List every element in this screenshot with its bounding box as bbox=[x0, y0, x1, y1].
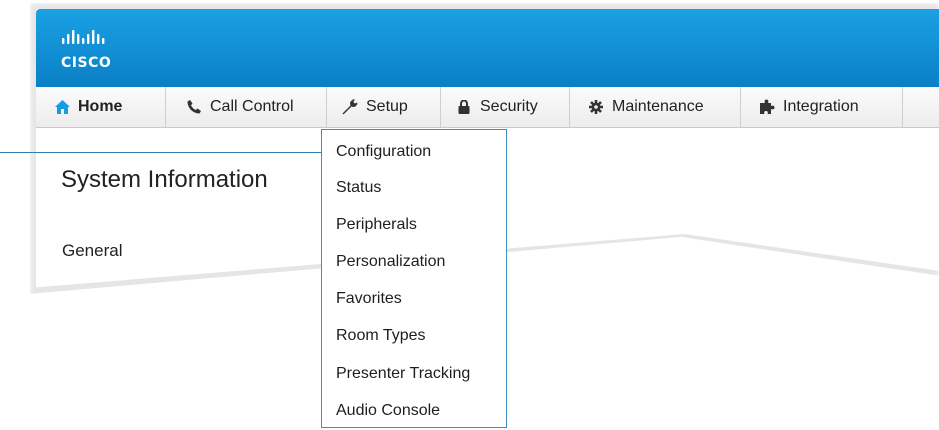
nav-setup[interactable]: Setup bbox=[327, 87, 441, 127]
nav-security[interactable]: Security bbox=[441, 87, 570, 127]
menu-item-favorites[interactable]: Favorites bbox=[336, 290, 402, 308]
menu-item-peripherals[interactable]: Peripherals bbox=[336, 216, 417, 234]
menu-item-status[interactable]: Status bbox=[336, 179, 381, 197]
home-icon bbox=[54, 99, 70, 115]
cisco-logo bbox=[62, 30, 114, 48]
menu-item-audio-console[interactable]: Audio Console bbox=[336, 402, 440, 420]
nav-call-control[interactable]: Call Control bbox=[166, 87, 327, 127]
nav-home-label: Home bbox=[78, 98, 123, 115]
callout-line bbox=[0, 152, 322, 153]
nav-security-label: Security bbox=[480, 98, 538, 115]
nav-home[interactable]: Home bbox=[36, 87, 166, 127]
main-navigation: Home Call Control Setup Security Mainten… bbox=[36, 87, 939, 128]
page-title: System Information bbox=[61, 166, 268, 193]
phone-icon bbox=[186, 99, 202, 115]
nav-maintenance[interactable]: Maintenance bbox=[570, 87, 741, 127]
menu-item-configuration[interactable]: Configuration bbox=[336, 143, 431, 161]
puzzle-icon bbox=[759, 99, 775, 115]
nav-maintenance-label: Maintenance bbox=[612, 98, 704, 115]
gear-icon bbox=[588, 99, 604, 115]
wrench-icon bbox=[342, 99, 358, 115]
menu-item-personalization[interactable]: Personalization bbox=[336, 253, 445, 271]
menu-item-presenter-tracking[interactable]: Presenter Tracking bbox=[336, 365, 470, 383]
nav-call-control-label: Call Control bbox=[210, 98, 294, 115]
nav-integration[interactable]: Integration bbox=[741, 87, 903, 127]
lock-icon bbox=[456, 99, 472, 115]
header-banner: CISCO bbox=[36, 9, 939, 87]
nav-integration-label: Integration bbox=[783, 98, 859, 115]
section-heading-general: General bbox=[62, 241, 123, 260]
setup-dropdown-menu: Configuration Status Peripherals Persona… bbox=[321, 129, 507, 428]
nav-setup-label: Setup bbox=[366, 98, 408, 115]
menu-item-room-types[interactable]: Room Types bbox=[336, 327, 426, 345]
logo-wordmark: CISCO bbox=[61, 55, 112, 71]
